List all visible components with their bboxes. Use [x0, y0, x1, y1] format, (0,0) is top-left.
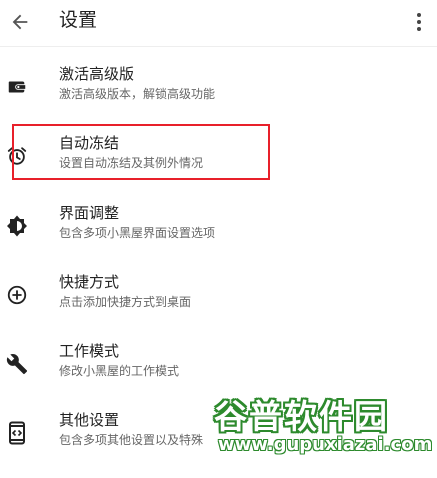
settings-item-description: 修改小黑屋的工作模式 [59, 364, 180, 378]
settings-item-label: 其他设置 [59, 411, 120, 429]
wrench-icon [5, 352, 29, 376]
brightness-icon [5, 214, 29, 238]
settings-item-label: 工作模式 [59, 342, 120, 360]
alarm-icon [5, 144, 29, 168]
arrow-left-icon [12, 14, 28, 30]
more-options-button[interactable] [407, 6, 431, 38]
settings-item-work-mode[interactable]: 工作模式 修改小黑屋的工作模式 [0, 341, 437, 409]
app-bar: 设置 [0, 0, 437, 47]
settings-item-label: 界面调整 [59, 204, 120, 222]
back-button[interactable] [4, 6, 36, 38]
settings-item-interface[interactable]: 界面调整 包含多项小黑屋界面设置选项 [0, 203, 437, 271]
code-phone-icon [5, 421, 29, 445]
more-vertical-icon [417, 13, 421, 31]
settings-item-shortcut[interactable]: 快捷方式 点击添加快捷方式到桌面 [0, 272, 437, 340]
page-title: 设置 [59, 9, 98, 31]
settings-item-label: 快捷方式 [59, 273, 120, 291]
settings-item-description: 设置自动冻结及其例外情况 [59, 156, 204, 170]
settings-item-other[interactable]: 其他设置 包含多项其他设置以及特殊 [0, 410, 437, 478]
settings-item-description: 包含多项其他设置以及特殊 [59, 433, 204, 447]
settings-item-description: 激活高级版本，解锁高级功能 [59, 87, 216, 101]
wallet-icon [5, 75, 29, 99]
settings-item-label: 激活高级版 [59, 65, 135, 83]
add-circle-icon [5, 283, 29, 307]
settings-item-label: 自动冻结 [59, 134, 120, 152]
settings-item-premium[interactable]: 激活高级版 激活高级版本，解锁高级功能 [0, 64, 437, 132]
settings-item-description: 点击添加快捷方式到桌面 [59, 295, 192, 309]
settings-item-auto-freeze[interactable]: 自动冻结 设置自动冻结及其例外情况 [0, 133, 437, 201]
settings-item-description: 包含多项小黑屋界面设置选项 [59, 226, 216, 240]
